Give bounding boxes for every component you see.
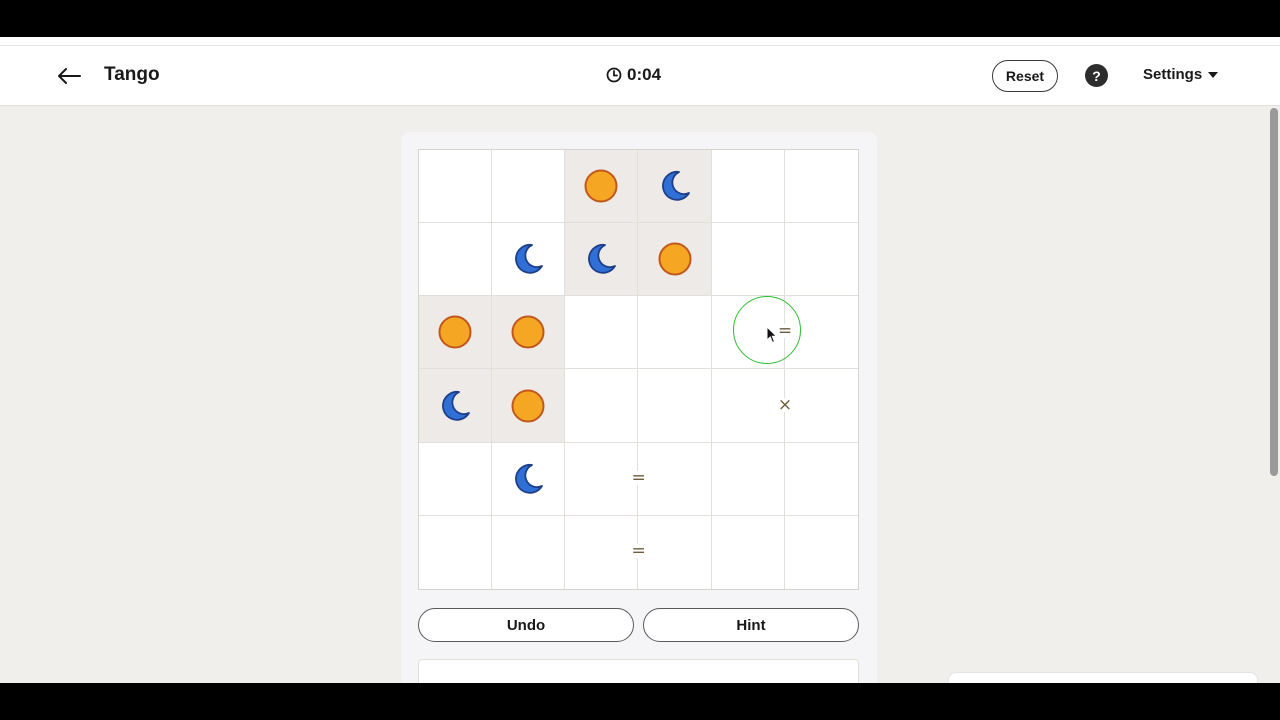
board-cell[interactable] — [784, 369, 858, 443]
sun-icon — [658, 242, 692, 276]
sun-icon — [584, 169, 618, 203]
sun-icon — [438, 315, 472, 349]
board-cell[interactable] — [565, 369, 639, 443]
app-viewport: Tango 0:04 Reset ? Settings = × = = Undo Hi… — [0, 37, 1280, 683]
board-cell[interactable] — [419, 150, 493, 224]
board-cell[interactable] — [638, 223, 712, 297]
hint-button[interactable]: Hint — [643, 608, 859, 642]
board-cell[interactable] — [492, 369, 566, 443]
side-card — [948, 672, 1258, 683]
board-cell[interactable] — [419, 223, 493, 297]
reset-button[interactable]: Reset — [992, 60, 1058, 92]
board-cell[interactable] — [638, 515, 712, 589]
timer: 0:04 — [606, 65, 661, 85]
chevron-down-icon — [1208, 71, 1219, 78]
board-cell[interactable] — [492, 442, 566, 516]
board-cell[interactable]: = — [711, 296, 792, 370]
board-cell[interactable] — [419, 442, 493, 516]
board-cell[interactable] — [711, 150, 785, 224]
question-icon: ? — [1092, 67, 1101, 84]
timer-value: 0:04 — [627, 65, 662, 84]
board-cell[interactable] — [784, 443, 858, 516]
board-cell[interactable] — [419, 369, 493, 443]
board-cell[interactable] — [492, 223, 566, 297]
game-title: Tango — [104, 64, 160, 85]
tango-board: = × = = — [418, 149, 859, 590]
board-cell[interactable]: = — [565, 515, 646, 589]
board-cell[interactable] — [419, 296, 493, 370]
action-buttons: Undo Hint — [418, 608, 859, 642]
board-cell[interactable] — [565, 296, 639, 370]
sun-icon — [511, 389, 545, 423]
board-cell[interactable]: = — [565, 442, 646, 516]
top-strip — [0, 37, 1280, 46]
clock-icon — [606, 67, 622, 83]
moon-icon — [515, 463, 544, 494]
help-button[interactable]: ? — [1085, 64, 1108, 87]
moon-icon — [661, 171, 690, 201]
undo-button[interactable]: Undo — [418, 608, 634, 642]
board-cell[interactable] — [565, 150, 639, 224]
equal-constraint: = — [631, 541, 646, 562]
board-cell[interactable] — [419, 515, 493, 589]
settings-label: Settings — [1143, 66, 1203, 83]
board-cell[interactable] — [638, 150, 712, 224]
board-cell[interactable] — [711, 442, 785, 516]
board-cell[interactable] — [784, 150, 858, 224]
equal-constraint: = — [631, 467, 646, 488]
board-cell[interactable]: × — [711, 369, 792, 443]
board-cell[interactable] — [712, 515, 785, 589]
moon-icon — [588, 244, 617, 274]
board-cell[interactable] — [784, 296, 858, 370]
board-cell[interactable] — [638, 442, 712, 516]
moon-icon — [442, 390, 470, 421]
sun-icon — [511, 315, 545, 349]
moon-icon — [515, 244, 544, 274]
settings-dropdown[interactable]: Settings — [1143, 66, 1219, 83]
board-cell[interactable] — [492, 515, 566, 589]
board-cell[interactable] — [784, 223, 858, 297]
board-cell[interactable] — [785, 516, 858, 589]
board-cell[interactable] — [492, 296, 566, 370]
opposite-constraint: × — [777, 394, 793, 415]
board-cell[interactable] — [565, 223, 639, 297]
board-cell[interactable] — [638, 369, 712, 443]
board-cell[interactable] — [638, 296, 712, 370]
arrow-left-icon — [58, 68, 81, 84]
back-button[interactable] — [54, 62, 84, 90]
page-scrollbar[interactable] — [1270, 108, 1278, 476]
board-cell[interactable] — [492, 150, 566, 224]
equal-constraint: = — [777, 321, 793, 342]
board-cell[interactable] — [711, 223, 785, 297]
game-header: Tango 0:04 Reset ? Settings — [0, 46, 1280, 106]
info-card — [418, 659, 859, 683]
